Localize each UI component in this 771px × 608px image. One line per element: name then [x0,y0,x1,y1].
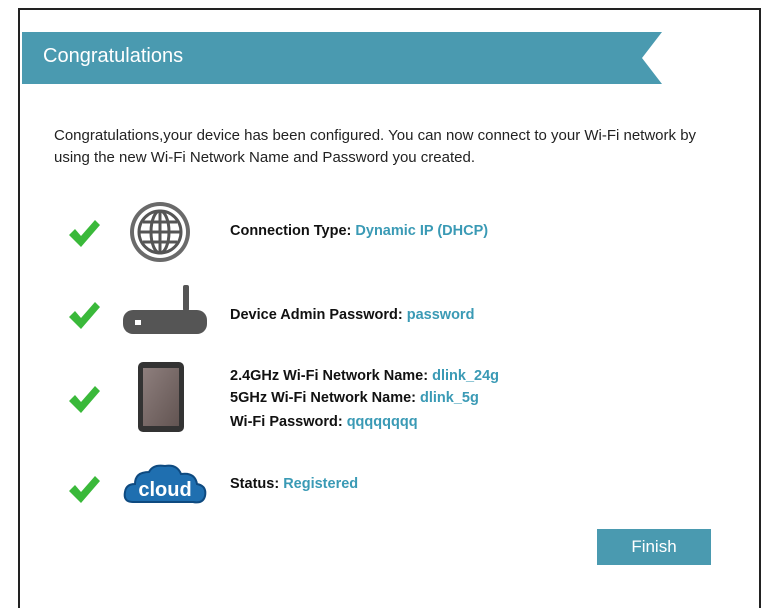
wifi-24-label: 2.4GHz Wi-Fi Network Name: [230,368,429,384]
tablet-icon [138,362,184,437]
check-icon [67,384,101,419]
status-value: Registered [283,476,359,492]
check-icon [67,300,101,335]
wifi-5-value: dlink_5g [420,390,479,406]
wifi-5-line: 5GHz Wi-Fi Network Name: dlink_5g [230,390,479,406]
congratulations-banner: Congratulations [22,32,662,84]
status-line: Status: Registered [230,476,358,492]
status-label: Status: [230,476,280,492]
page-title: Congratulations [43,45,184,67]
svg-text:cloud: cloud [138,479,191,501]
wifi-password-value: qqqqqqqq [346,414,418,430]
connection-type-line: Connection Type: Dynamic IP (DHCP) [230,223,488,239]
cloud-icon: cloud [123,462,207,511]
router-icon [123,285,207,340]
wifi-5-label: 5GHz Wi-Fi Network Name: [230,390,416,406]
finish-button[interactable]: Finish [597,529,711,565]
admin-password-line: Device Admin Password: password [230,307,474,323]
connection-type-label: Connection Type: [230,223,352,239]
intro-text: Congratulations,your device has been con… [54,127,697,166]
wifi-24-line: 2.4GHz Wi-Fi Network Name: dlink_24g [230,368,499,384]
check-icon [67,474,101,509]
wizard-panel: Congratulations Congratulations,your dev… [18,8,761,608]
admin-password-value: password [406,307,475,323]
globe-icon [128,200,192,269]
connection-type-value: Dynamic IP (DHCP) [355,223,489,239]
check-icon [67,218,101,253]
admin-password-label: Device Admin Password: [230,307,403,323]
wifi-password-label: Wi-Fi Password: [230,414,343,430]
wifi-password-line: Wi-Fi Password: qqqqqqqq [230,414,418,430]
wifi-24-value: dlink_24g [432,368,499,384]
